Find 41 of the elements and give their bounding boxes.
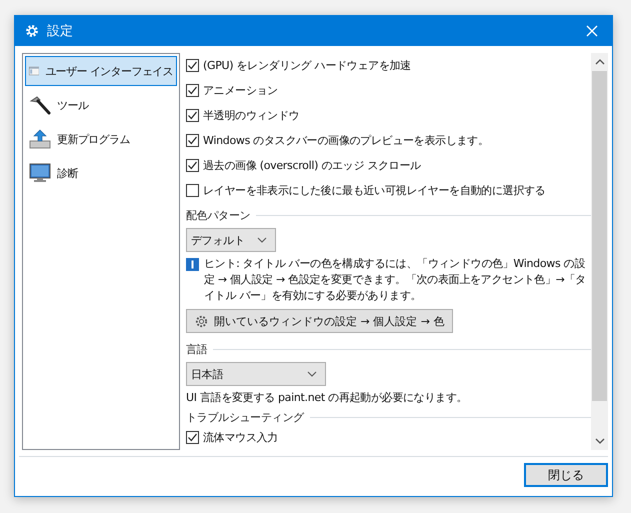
checkbox-option[interactable]: 半透明のウィンドウ xyxy=(186,103,591,128)
checkbox-option[interactable]: 流体マウス入力 xyxy=(186,427,591,447)
section-heading: トラブルシューティング xyxy=(186,410,304,424)
close-icon[interactable] xyxy=(586,25,598,37)
checkbox[interactable] xyxy=(186,184,199,197)
checkbox[interactable] xyxy=(186,59,199,72)
gear-icon xyxy=(195,314,208,328)
checkbox-option[interactable]: アニメーション xyxy=(186,78,591,103)
sidebar-item[interactable]: ツール xyxy=(25,90,177,120)
gear-icon xyxy=(25,24,39,38)
sidebar-item[interactable]: 診断 xyxy=(25,158,177,188)
close-button[interactable]: 閉じる xyxy=(524,463,608,487)
scrollbar-thumb[interactable] xyxy=(592,71,607,401)
chevron-down-icon[interactable] xyxy=(594,438,604,444)
chevron-down-icon xyxy=(257,237,267,243)
checkbox[interactable] xyxy=(186,430,199,444)
language-dropdown[interactable]: 日本語 xyxy=(186,362,326,386)
scrollbar[interactable] xyxy=(591,53,608,450)
checkbox[interactable] xyxy=(186,159,199,172)
chevron-down-icon xyxy=(307,371,317,377)
monitor-icon xyxy=(29,163,51,183)
sidebar-item[interactable]: ユーザー インターフェイス xyxy=(25,56,177,86)
checkbox[interactable] xyxy=(186,134,199,147)
restart-note: UI 言語を変更する paint.net の再起動が必要になります。 xyxy=(186,390,468,405)
info-icon xyxy=(186,258,199,271)
hammer-icon xyxy=(29,95,51,115)
color-scheme-dropdown[interactable]: デフォルト xyxy=(186,228,276,252)
sidebar-item[interactable]: 更新プログラム xyxy=(25,124,177,154)
checkbox-option[interactable]: Windows のタスクバーの画像のプレビューを表示します。 xyxy=(186,128,591,153)
checkbox[interactable] xyxy=(186,109,199,122)
checkbox-option[interactable]: (GPU) をレンダリング ハードウェアを加速 xyxy=(186,53,591,78)
section-heading: 配色パターン xyxy=(186,208,250,222)
checkbox-option[interactable]: 過去の画像 (overscroll) のエッジ スクロール xyxy=(186,153,591,178)
update-icon xyxy=(29,129,51,149)
hint-text: ヒント: タイトル バーの色を構成するには、「ウィンドウの色」Windows の設定 → 個人設定 → 色設定を変更できます。「次の表面上をアクセント色」→「タイトル バー」を有効にする必要があります。 xyxy=(204,256,587,304)
chevron-up-icon[interactable] xyxy=(594,59,604,65)
personalize-button[interactable]: 開いているウィンドウの設定 → 個人設定 → 色 xyxy=(186,309,454,333)
checkbox-option[interactable]: レイヤーを非表示にした後に最も近い可視レイヤーを自動的に選択する xyxy=(186,178,591,203)
window-title: 設定 xyxy=(47,23,74,40)
section-heading: 言語 xyxy=(186,342,208,356)
checkbox[interactable] xyxy=(186,84,199,97)
